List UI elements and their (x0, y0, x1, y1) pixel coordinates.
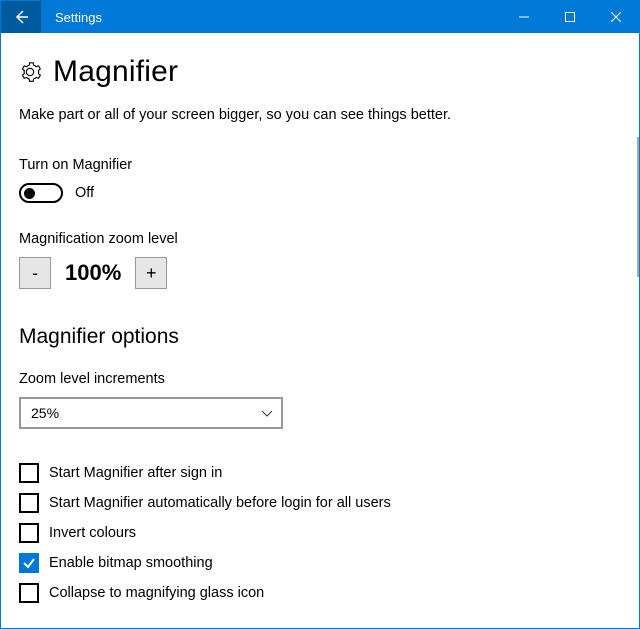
zoom-increase-button[interactable]: + (135, 257, 167, 289)
checkbox-label: Start Magnifier automatically before log… (49, 495, 391, 511)
content-area: Magnifier Make part or all of your scree… (1, 33, 639, 628)
increments-select[interactable]: 25% (19, 397, 283, 429)
increments-value: 25% (31, 405, 59, 421)
titlebar: Settings (1, 1, 639, 33)
maximize-button[interactable] (547, 1, 593, 33)
close-icon (611, 12, 621, 22)
checkbox-row: Start Magnifier after sign in (19, 463, 621, 483)
chevron-down-icon (261, 407, 273, 419)
toggle-state-text: Off (75, 185, 94, 201)
minimize-icon (519, 12, 529, 22)
checkbox-label: Invert colours (49, 525, 136, 541)
checkbox[interactable] (19, 553, 39, 573)
window-title: Settings (55, 10, 102, 25)
checkbox-row: Enable bitmap smoothing (19, 553, 621, 573)
check-icon (22, 556, 36, 570)
page-header: Magnifier (19, 55, 621, 89)
checkbox-label: Collapse to magnifying glass icon (49, 585, 264, 601)
page-title: Magnifier (53, 55, 178, 89)
zoom-value: 100% (51, 260, 135, 286)
scrollbar[interactable] (637, 137, 639, 277)
minimize-button[interactable] (501, 1, 547, 33)
toggle-label: Turn on Magnifier (19, 157, 621, 173)
checkbox[interactable] (19, 583, 39, 603)
checkbox-label: Start Magnifier after sign in (49, 465, 222, 481)
magnifier-toggle-row: Off (19, 183, 621, 203)
maximize-icon (565, 12, 575, 22)
magnifier-toggle[interactable] (19, 183, 63, 203)
back-button[interactable] (1, 1, 41, 33)
page-subtitle: Make part or all of your screen bigger, … (19, 107, 621, 123)
zoom-control: - 100% + (19, 257, 621, 289)
options-heading: Magnifier options (19, 325, 621, 349)
checkbox-list: Start Magnifier after sign in Start Magni… (19, 463, 621, 603)
checkbox[interactable] (19, 493, 39, 513)
arrow-left-icon (13, 9, 29, 25)
zoom-decrease-button[interactable]: - (19, 257, 51, 289)
increments-label: Zoom level increments (19, 371, 621, 387)
checkbox-label: Enable bitmap smoothing (49, 555, 213, 571)
checkbox[interactable] (19, 463, 39, 483)
checkbox[interactable] (19, 523, 39, 543)
checkbox-row: Invert colours (19, 523, 621, 543)
checkbox-row: Collapse to magnifying glass icon (19, 583, 621, 603)
toggle-knob (24, 188, 35, 199)
checkbox-row: Start Magnifier automatically before log… (19, 493, 621, 513)
close-button[interactable] (593, 1, 639, 33)
window-controls (501, 1, 639, 33)
gear-icon (19, 61, 41, 83)
zoom-label: Magnification zoom level (19, 231, 621, 247)
